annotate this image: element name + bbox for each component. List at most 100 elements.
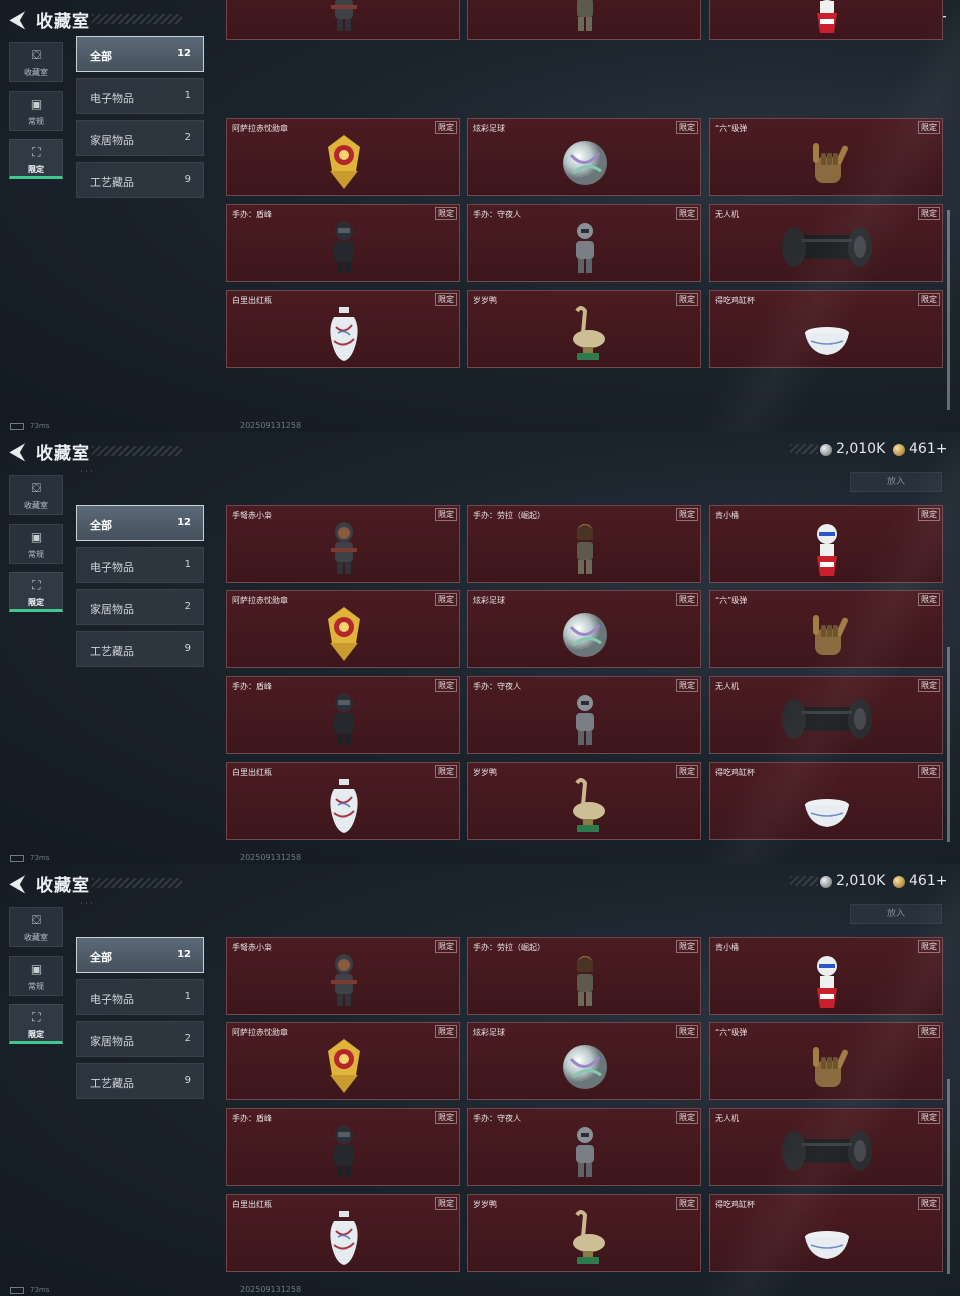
- item-card[interactable]: 无人机 限定: [709, 204, 943, 282]
- item-card[interactable]: 炫彩足球 限定: [467, 118, 701, 196]
- category-3[interactable]: 工艺藏品 9: [76, 162, 204, 198]
- limited-tag: 限定: [435, 765, 457, 778]
- item-card[interactable]: 肯小桶限定: [709, 505, 943, 583]
- kfc-bucket-icon: [803, 0, 851, 37]
- category-1[interactable]: 电子物品 1: [76, 78, 204, 114]
- figure-shield-icon: [320, 689, 368, 751]
- figure-nightwatch-icon: [561, 217, 609, 279]
- item-card[interactable]: 肯小桶限定: [709, 937, 943, 1015]
- category-count: 1: [184, 559, 191, 570]
- item-card[interactable]: “六”级弹 限定: [709, 590, 943, 668]
- category-count: 9: [184, 1075, 191, 1086]
- category-0[interactable]: 全部 12: [76, 505, 204, 541]
- category-0[interactable]: 全部 12: [76, 36, 204, 72]
- six-hand-icon: [803, 603, 851, 665]
- side-tab-2[interactable]: ⛶ 限定: [9, 572, 63, 612]
- item-card[interactable]: 白里出红瓶 限定: [226, 762, 460, 840]
- ping-text: 73ms: [30, 854, 50, 862]
- side-tab-label: 常规: [28, 117, 44, 126]
- scrollbar[interactable]: [947, 1079, 950, 1274]
- gold-currency-amount: 461+: [909, 873, 948, 889]
- item-card[interactable]: 手办：守夜人 限定: [467, 676, 701, 754]
- scrollbar[interactable]: [947, 210, 950, 410]
- category-count: 12: [177, 517, 191, 528]
- item-name: 白里出红瓶: [232, 1200, 272, 1209]
- put-in-button[interactable]: 放入: [850, 904, 942, 924]
- item-card[interactable]: 阿萨拉赤忱勋章 限定: [226, 118, 460, 196]
- regular-icon: ▣: [30, 530, 43, 544]
- item-card[interactable]: 无人机 限定: [709, 1108, 943, 1186]
- item-card[interactable]: 得吃鸡缸杯 限定: [709, 1194, 943, 1272]
- item-card[interactable]: 手办：劳拉（崛起）限定: [467, 0, 701, 40]
- put-in-button[interactable]: 放入: [850, 472, 942, 492]
- item-card[interactable]: 无人机 限定: [709, 676, 943, 754]
- side-tab-1[interactable]: ▣ 常规: [9, 524, 63, 564]
- item-card[interactable]: 手弩赤小枭限定: [226, 505, 460, 583]
- category-label: 电子物品: [90, 561, 134, 574]
- item-card[interactable]: 手办：守夜人 限定: [467, 204, 701, 282]
- item-card[interactable]: 手办：劳拉（崛起）限定: [467, 505, 701, 583]
- item-card[interactable]: 炫彩足球 限定: [467, 590, 701, 668]
- kfc-bucket-icon: [803, 950, 851, 1012]
- football-icon: [561, 1035, 609, 1097]
- back-arrow-icon[interactable]: ⮜: [10, 873, 30, 893]
- category-label: 家居物品: [90, 134, 134, 147]
- limited-tag: 限定: [435, 121, 457, 134]
- item-name: 无人机: [715, 682, 739, 691]
- item-card[interactable]: 手办：劳拉（崛起）限定: [467, 937, 701, 1015]
- side-tab-2[interactable]: ⛶ 限定: [9, 139, 63, 179]
- category-2[interactable]: 家居物品 2: [76, 589, 204, 625]
- item-card[interactable]: 阿萨拉赤忱勋章 限定: [226, 590, 460, 668]
- item-card[interactable]: 手弩赤小枭限定: [226, 0, 460, 40]
- item-card[interactable]: 岁岁鸭 限定: [467, 290, 701, 368]
- limited-icon: ⛶: [32, 1010, 41, 1024]
- page-title: 收藏室: [36, 444, 90, 464]
- collection-icon: ⛋: [31, 481, 42, 495]
- category-3[interactable]: 工艺藏品 9: [76, 1063, 204, 1099]
- item-card[interactable]: 手办：守夜人 限定: [467, 1108, 701, 1186]
- figure-lara-icon: [561, 0, 609, 37]
- item-name: 白里出红瓶: [232, 296, 272, 305]
- item-name: 肯小桶: [715, 511, 739, 520]
- six-hand-icon: [803, 1035, 851, 1097]
- item-card[interactable]: 白里出红瓶 限定: [226, 1194, 460, 1272]
- item-name: 岁岁鸭: [473, 296, 497, 305]
- item-card[interactable]: 手弩赤小枭限定: [226, 937, 460, 1015]
- item-card[interactable]: 得吃鸡缸杯 限定: [709, 762, 943, 840]
- scrollbar[interactable]: [947, 647, 950, 842]
- item-card[interactable]: “六”级弹 限定: [709, 1022, 943, 1100]
- back-arrow-icon[interactable]: ⮜: [10, 9, 30, 29]
- item-card[interactable]: 岁岁鸭 限定: [467, 762, 701, 840]
- item-card[interactable]: 白里出红瓶 限定: [226, 290, 460, 368]
- side-tab-0[interactable]: ⛋ 收藏室: [9, 475, 63, 515]
- side-tab-0[interactable]: ⛋ 收藏室: [9, 42, 63, 82]
- limited-tag: 限定: [918, 207, 940, 220]
- limited-tag: 限定: [918, 1111, 940, 1124]
- item-card[interactable]: “六”级弹 限定: [709, 118, 943, 196]
- item-card[interactable]: 肯小桶限定: [709, 0, 943, 40]
- timestamp: 202509131258: [240, 853, 302, 862]
- item-name: 得吃鸡缸杯: [715, 296, 755, 305]
- item-card[interactable]: 得吃鸡缸杯 限定: [709, 290, 943, 368]
- category-0[interactable]: 全部 12: [76, 937, 204, 973]
- category-2[interactable]: 家居物品 2: [76, 1021, 204, 1057]
- item-card[interactable]: 岁岁鸭 限定: [467, 1194, 701, 1272]
- item-card[interactable]: 炫彩足球 限定: [467, 1022, 701, 1100]
- side-tab-2[interactable]: ⛶ 限定: [9, 1004, 63, 1044]
- side-tab-1[interactable]: ▣ 常规: [9, 956, 63, 996]
- category-3[interactable]: 工艺藏品 9: [76, 631, 204, 667]
- side-tab-0[interactable]: ⛋ 收藏室: [9, 907, 63, 947]
- category-2[interactable]: 家居物品 2: [76, 120, 204, 156]
- item-card[interactable]: 手办：盾峰 限定: [226, 1108, 460, 1186]
- side-tab-1[interactable]: ▣ 常规: [9, 91, 63, 131]
- item-card[interactable]: 手办：盾峰 限定: [226, 204, 460, 282]
- limited-tag: 限定: [435, 508, 457, 521]
- limited-icon: ⛶: [32, 578, 41, 592]
- category-1[interactable]: 电子物品 1: [76, 547, 204, 583]
- category-1[interactable]: 电子物品 1: [76, 979, 204, 1015]
- item-card[interactable]: 手办：盾峰 限定: [226, 676, 460, 754]
- currency-decoration: [790, 444, 818, 454]
- item-card[interactable]: 阿萨拉赤忱勋章 限定: [226, 1022, 460, 1100]
- back-arrow-icon[interactable]: ⮜: [10, 441, 30, 461]
- silver-currency-amount: 2,010K: [836, 441, 886, 457]
